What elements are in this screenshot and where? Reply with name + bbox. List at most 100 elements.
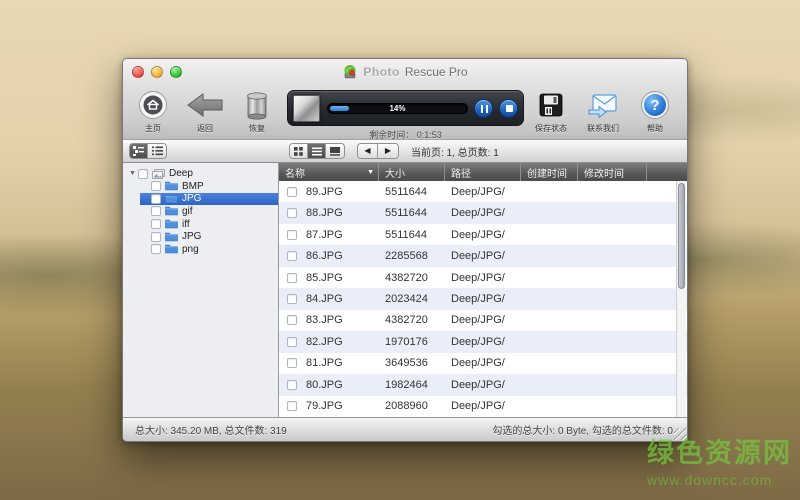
tree-root-item[interactable]: ▼ Deep (123, 167, 278, 180)
traffic-lights (132, 66, 182, 78)
resize-grip[interactable] (674, 428, 686, 440)
save-state-button[interactable]: 保存状态 (525, 88, 577, 134)
sidebar-folder-item[interactable]: BMP (140, 180, 278, 193)
grid-view-icon (294, 147, 303, 156)
pause-button[interactable] (474, 99, 493, 118)
page-info: 当前页: 1, 总页数: 1 (411, 144, 499, 159)
table-row[interactable]: 79.JPG 2088960 Deep/JPG/ (279, 396, 687, 417)
prev-page-button[interactable]: ◀ (358, 144, 378, 158)
folder-label: png (182, 244, 199, 255)
contact-button[interactable]: 联系我们 (577, 88, 629, 134)
table-row[interactable]: 88.JPG 5511644 Deep/JPG/ (279, 202, 687, 223)
cell-size: 4382720 (379, 314, 445, 326)
page-nav-segment: ◀ ▶ (357, 143, 399, 159)
recover-button[interactable]: 恢复 (231, 88, 283, 134)
vertical-scrollbar[interactable] (676, 181, 686, 417)
folder-icon (165, 181, 178, 191)
cell-path: Deep/JPG/ (445, 357, 521, 369)
drive-image-icon (152, 169, 165, 179)
cell-path: Deep/JPG/ (445, 250, 521, 262)
cell-size: 5511644 (379, 186, 445, 198)
home-button[interactable]: 主页 (127, 88, 179, 134)
cell-size: 2023424 (379, 293, 445, 305)
close-button[interactable] (132, 66, 144, 78)
grid-view-button[interactable] (290, 144, 308, 158)
column-header-name[interactable]: 名称 ▼ (279, 163, 379, 181)
table-row[interactable]: 83.JPG 4382720 Deep/JPG/ (279, 310, 687, 331)
folder-checkbox[interactable] (151, 181, 161, 191)
folder-checkbox[interactable] (151, 206, 161, 216)
sidebar-folder-item[interactable]: iff (140, 218, 278, 231)
row-checkbox[interactable] (287, 208, 297, 218)
table-row[interactable]: 86.JPG 2285568 Deep/JPG/ (279, 245, 687, 266)
next-page-button[interactable]: ▶ (378, 144, 398, 158)
file-table: 名称 ▼ 大小 路径 创建时间 修改时间 89.JPG 5511644 Deep… (279, 163, 687, 417)
tree-view-button[interactable] (130, 144, 148, 158)
folder-checkbox[interactable] (151, 194, 161, 204)
file-name: 80.JPG (306, 379, 343, 391)
sidebar-folder-item[interactable]: gif (140, 205, 278, 218)
svg-text:?: ? (650, 97, 659, 114)
cell-name: 80.JPG (279, 379, 379, 391)
folder-checkbox[interactable] (151, 232, 161, 242)
cell-name: 88.JPG (279, 207, 379, 219)
row-checkbox[interactable] (287, 380, 297, 390)
cell-path: Deep/JPG/ (445, 272, 521, 284)
table-row[interactable]: 89.JPG 5511644 Deep/JPG/ (279, 181, 687, 202)
pause-icon (481, 105, 488, 113)
preview-thumbnail (293, 95, 320, 122)
cell-path: Deep/JPG/ (445, 379, 521, 391)
file-name: 81.JPG (306, 357, 343, 369)
flat-list-view-button[interactable] (148, 144, 166, 158)
column-size-label: 大小 (385, 165, 405, 180)
detail-list-icon (312, 147, 322, 156)
table-row[interactable]: 80.JPG 1982464 Deep/JPG/ (279, 374, 687, 395)
sidebar-folder-item[interactable]: JPG (140, 230, 278, 243)
table-row[interactable]: 84.JPG 2023424 Deep/JPG/ (279, 288, 687, 309)
sidebar-folder-item[interactable]: JPG (140, 193, 278, 206)
minimize-button[interactable] (151, 66, 163, 78)
file-name: 84.JPG (306, 293, 343, 305)
table-row[interactable]: 87.JPG 5511644 Deep/JPG/ (279, 224, 687, 245)
window-title: Photo Rescue Pro (342, 64, 467, 80)
table-body: 89.JPG 5511644 Deep/JPG/ 88.JPG 5511644 … (279, 181, 687, 417)
list-detail-view-button[interactable] (308, 144, 326, 158)
folder-icon (165, 244, 178, 254)
floppy-icon (537, 88, 565, 122)
zoom-button[interactable] (170, 66, 182, 78)
root-checkbox[interactable] (138, 169, 148, 179)
recover-canister-icon (244, 88, 270, 122)
column-created-label: 创建时间 (527, 165, 567, 180)
table-row[interactable]: 82.JPG 1970176 Deep/JPG/ (279, 331, 687, 352)
cell-path: Deep/JPG/ (445, 186, 521, 198)
scrollbar-thumb[interactable] (678, 183, 685, 289)
file-name: 79.JPG (306, 400, 343, 412)
row-checkbox[interactable] (287, 187, 297, 197)
help-button[interactable]: ? 帮助 (629, 88, 681, 134)
stop-button[interactable] (499, 99, 518, 118)
row-checkbox[interactable] (287, 401, 297, 411)
folder-checkbox[interactable] (151, 244, 161, 254)
column-header-size[interactable]: 大小 (379, 163, 445, 181)
row-checkbox[interactable] (287, 315, 297, 325)
table-row[interactable]: 85.JPG 4382720 Deep/JPG/ (279, 267, 687, 288)
folder-checkbox[interactable] (151, 219, 161, 229)
app-window: Photo Rescue Pro 主页 (122, 58, 688, 442)
column-header-created[interactable]: 创建时间 (521, 163, 578, 181)
row-checkbox[interactable] (287, 251, 297, 261)
column-header-path[interactable]: 路径 (445, 163, 521, 181)
row-checkbox[interactable] (287, 337, 297, 347)
row-checkbox[interactable] (287, 358, 297, 368)
column-header-modified[interactable]: 修改时间 (578, 163, 647, 181)
home-icon (138, 88, 168, 122)
file-name: 85.JPG (306, 272, 343, 284)
title-bar[interactable]: Photo Rescue Pro (123, 59, 687, 85)
row-checkbox[interactable] (287, 294, 297, 304)
sidebar-folder-item[interactable]: png (140, 243, 278, 256)
row-checkbox[interactable] (287, 230, 297, 240)
disclosure-triangle-icon[interactable]: ▼ (129, 170, 138, 177)
row-checkbox[interactable] (287, 273, 297, 283)
table-row[interactable]: 81.JPG 3649536 Deep/JPG/ (279, 353, 687, 374)
back-button[interactable]: 返回 (179, 88, 231, 134)
preview-view-button[interactable] (326, 144, 344, 158)
